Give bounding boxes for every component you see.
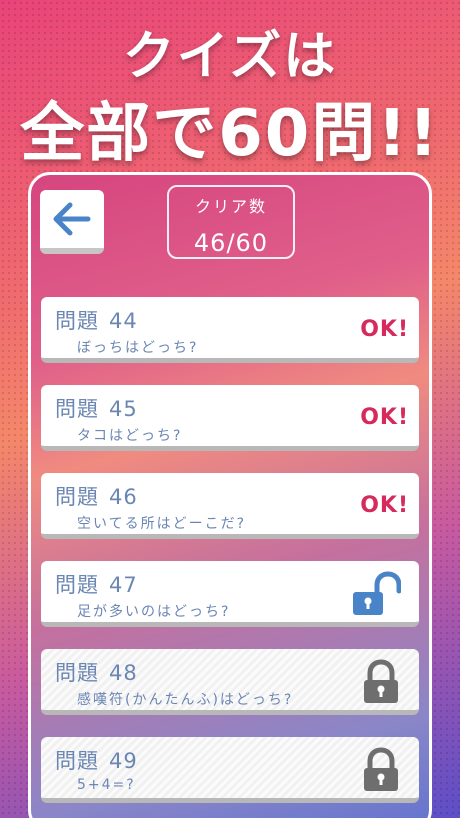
cleared-badge: OK! <box>360 405 409 430</box>
question-card-44[interactable]: 問題 44 ぼっちはどっち? OK! <box>41 297 419 363</box>
question-card-49[interactable]: 問題 49 5+4=? <box>41 737 419 803</box>
question-text: 5+4=? <box>77 777 136 793</box>
question-card-45[interactable]: 問題 45 タコはどっち? OK! <box>41 385 419 451</box>
locked-padlock-icon <box>364 659 398 703</box>
question-label: 問題 <box>55 573 99 597</box>
clear-count-label: クリア数 <box>194 197 267 216</box>
clear-count-box: クリア数 46/60 <box>167 185 295 259</box>
question-card-47[interactable]: 問題 47 足が多いのはどっち? <box>41 561 419 627</box>
question-text: 空いてる所はどーこだ? <box>77 516 247 532</box>
question-title: 問題 45 <box>55 393 138 423</box>
question-text: ぼっちはどっち? <box>77 340 199 356</box>
headline-line-1: クイズは <box>122 27 338 87</box>
question-number: 46 <box>109 485 138 509</box>
question-label: 問題 <box>55 661 99 685</box>
question-number: 49 <box>109 749 138 773</box>
question-text: タコはどっち? <box>77 428 183 444</box>
question-label: 問題 <box>55 309 99 333</box>
phone-screen: クリア数 46/60 問題 44 ぼっちはどっち? OK! 問題 45 タコはどっち… <box>28 172 432 818</box>
question-label: 問題 <box>55 749 99 773</box>
question-card-46[interactable]: 問題 46 空いてる所はどーこだ? OK! <box>41 473 419 539</box>
question-card-48[interactable]: 問題 48 感嘆符(かんたんふ)はどっち? <box>41 649 419 715</box>
cleared-badge: OK! <box>360 317 409 342</box>
question-label: 問題 <box>55 485 99 509</box>
question-number: 44 <box>109 309 138 333</box>
headline-line-2: 全部で60問!! <box>20 97 440 171</box>
question-label: 問題 <box>55 397 99 421</box>
cleared-badge: OK! <box>360 493 409 518</box>
clear-count-value: 46/60 <box>193 229 269 257</box>
question-title: 問題 49 <box>55 745 138 775</box>
question-title: 問題 48 <box>55 657 138 687</box>
question-text: 足が多いのはどっち? <box>77 604 231 620</box>
question-number: 47 <box>109 573 138 597</box>
back-button[interactable] <box>40 190 104 254</box>
locked-padlock-icon <box>364 747 398 791</box>
question-text: 感嘆符(かんたんふ)はどっち? <box>77 692 294 708</box>
unlocked-padlock-icon <box>353 571 401 615</box>
question-number: 45 <box>109 397 138 421</box>
question-number: 48 <box>109 661 138 685</box>
question-list: 問題 44 ぼっちはどっち? OK! 問題 45 タコはどっち? OK! 問題 46 … <box>41 297 419 818</box>
question-title: 問題 47 <box>55 569 138 599</box>
question-title: 問題 44 <box>55 305 138 335</box>
arrow-left-icon <box>53 202 91 236</box>
question-title: 問題 46 <box>55 481 138 511</box>
